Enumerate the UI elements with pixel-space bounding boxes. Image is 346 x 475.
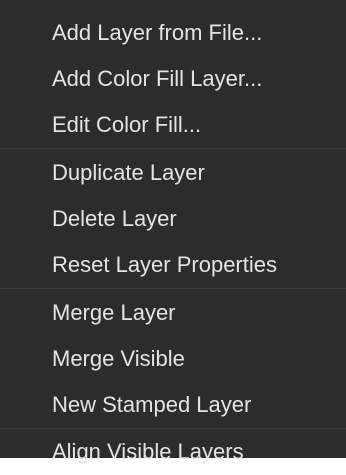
menu-group-align: Align Visible Layers [0,429,346,475]
menu-item-add-layer-from-file[interactable]: Add Layer from File... [0,10,346,56]
menu-item-align-visible-layers[interactable]: Align Visible Layers [0,429,346,475]
menu-item-merge-visible[interactable]: Merge Visible [0,336,346,382]
menu-group-merge: Merge Layer Merge Visible New Stamped La… [0,289,346,428]
menu-group-add: Add Layer from File... Add Color Fill La… [0,0,346,148]
menu-item-merge-layer[interactable]: Merge Layer [0,290,346,336]
menu-item-add-color-fill-layer[interactable]: Add Color Fill Layer... [0,56,346,102]
menu-item-new-stamped-layer[interactable]: New Stamped Layer [0,382,346,428]
menu-group-layer-ops: Duplicate Layer Delete Layer Reset Layer… [0,149,346,288]
layer-context-menu: Add Layer from File... Add Color Fill La… [0,0,346,464]
menu-item-duplicate-layer[interactable]: Duplicate Layer [0,150,346,196]
menu-item-edit-color-fill[interactable]: Edit Color Fill... [0,102,346,148]
menu-item-reset-layer-properties[interactable]: Reset Layer Properties [0,242,346,288]
menu-item-delete-layer[interactable]: Delete Layer [0,196,346,242]
